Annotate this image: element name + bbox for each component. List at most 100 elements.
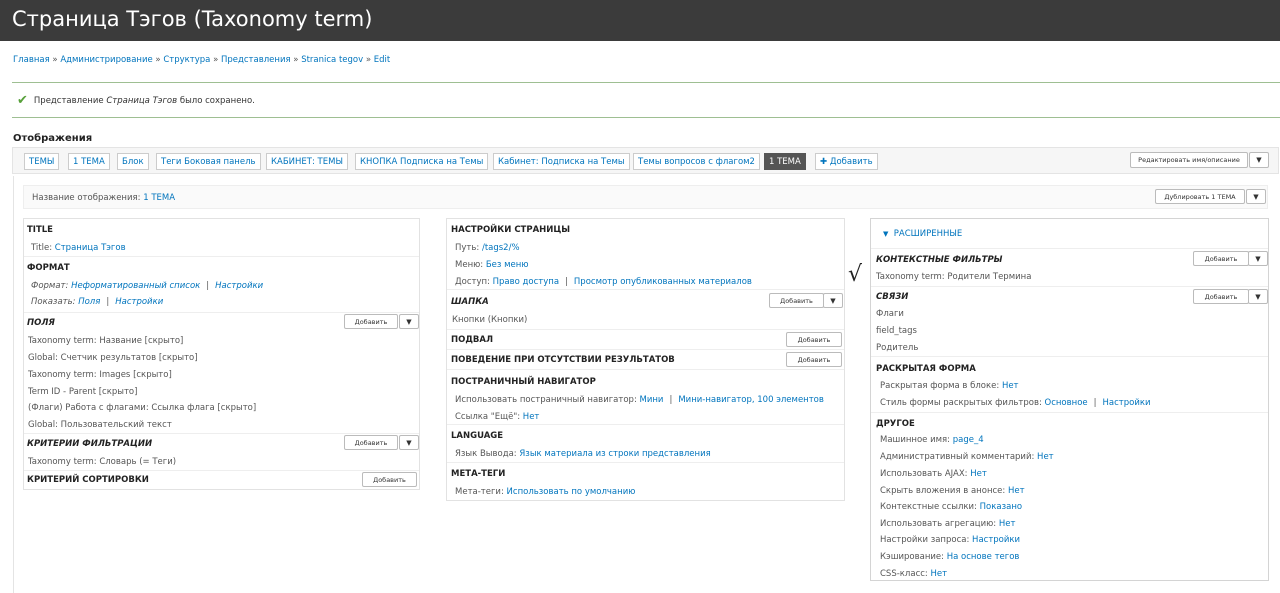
show-settings-link[interactable]: Настройки — [115, 297, 163, 307]
relationship-item[interactable]: Флаги — [876, 309, 904, 319]
contextual-filter-item[interactable]: Taxonomy term: Родители Термина — [876, 272, 1031, 282]
field-item[interactable]: Taxonomy term: Название [скрыто] — [28, 336, 183, 346]
column-main: TITLE Title: Страница Тэгов ФОРМАТ Форма… — [23, 218, 420, 490]
chevron-down-icon[interactable]: ▼ — [399, 314, 419, 329]
field-item[interactable]: Term ID - Parent [скрыто] — [28, 387, 137, 397]
contextual-add-button[interactable]: Добавить — [1193, 251, 1249, 266]
other-value[interactable]: Настройки — [972, 535, 1020, 545]
pager-value[interactable]: Мини — [640, 395, 664, 405]
relationship-item[interactable]: field_tags — [876, 326, 917, 336]
status-prefix: Представление — [33, 95, 107, 106]
tab-temy[interactable]: ТЕМЫ — [24, 153, 60, 170]
format-value[interactable]: Неформатированный список — [71, 281, 200, 291]
duplicate-button[interactable]: Дублировать 1 ТЕМА — [1155, 189, 1245, 204]
empty-add-button[interactable]: Добавить — [786, 352, 842, 367]
breadcrumb-view[interactable]: Stranica tegov — [301, 55, 363, 65]
tab-block[interactable]: Блок — [117, 153, 149, 170]
path-label: Путь: — [455, 243, 480, 253]
tab-cabinet-subscribe[interactable]: Кабинет: Подписка на Темы — [493, 153, 630, 170]
other-value[interactable]: Нет — [1008, 486, 1025, 496]
tab-1-tema-active[interactable]: 1 ТЕМА — [764, 153, 806, 170]
title-label: Title: — [31, 243, 53, 253]
header-section: ШАПКА Добавить ▼ Кнопки (Кнопки) — [447, 290, 844, 330]
breadcrumb-admin[interactable]: Администрирование — [60, 55, 152, 65]
menu-value[interactable]: Без меню — [486, 260, 529, 270]
title-section: TITLE Title: Страница Тэгов — [24, 219, 419, 257]
breadcrumb-views[interactable]: Представления — [221, 55, 291, 65]
tab-flag-questions[interactable]: Темы вопросов с флагом2 — [633, 153, 760, 170]
footer-add-button[interactable]: Добавить — [786, 332, 842, 347]
header-item[interactable]: Кнопки (Кнопки) — [452, 315, 527, 325]
filters-add-button[interactable]: Добавить — [344, 435, 398, 450]
relationship-item[interactable]: Родитель — [876, 343, 918, 353]
field-item[interactable]: Taxonomy term: Images [скрыто] — [28, 370, 172, 380]
advanced-toggle[interactable]: ▼ РАСШИРЕННЫЕ — [883, 229, 962, 239]
edit-name-button[interactable]: Редактировать имя/описание — [1130, 152, 1248, 168]
other-value[interactable]: Нет — [970, 469, 987, 479]
breadcrumb-edit[interactable]: Edit — [374, 55, 390, 65]
breadcrumb-home[interactable]: Главная — [13, 55, 50, 65]
other-section: ДРУГОЕ Машинное имя: page_4 Администрати… — [871, 413, 1268, 582]
fields-heading: ПОЛЯ — [27, 318, 55, 328]
fields-add-button[interactable]: Добавить — [344, 314, 398, 329]
meta-value[interactable]: Использовать по умолчанию — [507, 487, 636, 497]
other-value[interactable]: На основе тегов — [947, 552, 1020, 562]
page-settings-heading: НАСТРОЙКИ СТРАНИЦЫ — [451, 225, 571, 235]
page-title: Страница Тэгов (Taxonomy term) — [0, 0, 1280, 41]
other-value[interactable]: Нет — [999, 519, 1016, 529]
field-item[interactable]: Global: Пользовательский текст — [28, 420, 172, 430]
exposed-block-value[interactable]: Нет — [1002, 381, 1019, 391]
language-value[interactable]: Язык материала из строки представления — [519, 449, 710, 459]
tab-cabinet-temy[interactable]: КАБИНЕТ: ТЕМЫ — [266, 153, 348, 170]
format-settings-link[interactable]: Настройки — [215, 281, 263, 291]
language-label: Язык Вывода: — [455, 449, 517, 459]
advanced-heading[interactable]: РАСШИРЕННЫЕ — [894, 229, 962, 239]
other-value[interactable]: Нет — [930, 569, 947, 579]
footer-section: ПОДВАЛ Добавить — [447, 330, 844, 350]
exposed-form-section: РАСКРЫТАЯ ФОРМА Раскрытая форма в блоке:… — [871, 357, 1268, 413]
field-item[interactable]: (Флаги) Работа с флагами: Ссылка флага [… — [28, 403, 256, 413]
chevron-down-icon[interactable]: ▼ — [823, 293, 843, 308]
status-bottom-divider — [12, 117, 1280, 118]
chevron-down-icon[interactable]: ▼ — [1249, 152, 1269, 168]
other-label: Административный комментарий: — [880, 452, 1035, 462]
chevron-down-icon[interactable]: ▼ — [1246, 189, 1266, 204]
tab-button-subscribe[interactable]: КНОПКА Подписка на Темы — [355, 153, 489, 170]
exposed-style-settings[interactable]: Настройки — [1103, 398, 1151, 408]
fields-section: ПОЛЯ Добавить ▼ Taxonomy term: Название … — [24, 313, 419, 433]
relationships-add-button[interactable]: Добавить — [1193, 289, 1249, 304]
filter-item[interactable]: Taxonomy term: Словарь (= Теги) — [28, 457, 176, 467]
status-view-name: Страница Тэгов — [106, 95, 178, 106]
show-value[interactable]: Поля — [78, 297, 100, 307]
empty-section: ПОВЕДЕНИЕ ПРИ ОТСУТСТВИИ РЕЗУЛЬТАТОВ Доб… — [447, 350, 844, 370]
chevron-down-icon[interactable]: ▼ — [1248, 289, 1268, 304]
display-name-value[interactable]: 1 ТЕМА — [143, 193, 175, 203]
exposed-style-value[interactable]: Основное — [1045, 398, 1088, 408]
other-label: Настройки запроса: — [880, 535, 970, 545]
path-value[interactable]: /tags2/% — [482, 243, 520, 253]
other-value[interactable]: page_4 — [953, 435, 984, 445]
header-add-button[interactable]: Добавить — [769, 293, 824, 308]
sort-section: КРИТЕРИЙ СОРТИРОВКИ Добавить — [24, 471, 419, 491]
sort-add-button[interactable]: Добавить — [362, 472, 417, 487]
other-value[interactable]: Показано — [980, 502, 1022, 512]
breadcrumb-structure[interactable]: Структура — [163, 55, 210, 65]
advanced-section: ▼ РАСШИРЕННЫЕ — [871, 219, 1268, 249]
other-label: Использовать агрегацию: — [880, 519, 997, 529]
relationships-heading: СВЯЗИ — [876, 292, 909, 302]
chevron-down-icon[interactable]: ▼ — [1248, 251, 1268, 266]
pager-value-2[interactable]: Мини-навигатор, 100 элементов — [678, 395, 824, 405]
other-value[interactable]: Нет — [1037, 452, 1054, 462]
more-value[interactable]: Нет — [523, 412, 540, 422]
tab-tags-sidebar[interactable]: Теги Боковая панель — [156, 153, 261, 170]
chevron-down-icon[interactable]: ▼ — [399, 435, 419, 450]
tab-1-tema[interactable]: 1 ТЕМА — [68, 153, 110, 170]
title-value[interactable]: Страница Тэгов — [55, 243, 126, 253]
format-section: ФОРМАТ Формат: Неформатированный список |… — [24, 257, 419, 313]
access-value-2[interactable]: Просмотр опубликованных материалов — [574, 277, 752, 287]
field-item[interactable]: Global: Счетчик результатов [скрыто] — [28, 353, 198, 363]
plus-icon: ✚ — [820, 157, 830, 167]
access-value[interactable]: Право доступа — [493, 277, 559, 287]
add-display-button[interactable]: ✚ Добавить — [815, 153, 878, 170]
page-settings-section: НАСТРОЙКИ СТРАНИЦЫ Путь: /tags2/% Меню: … — [447, 219, 844, 290]
